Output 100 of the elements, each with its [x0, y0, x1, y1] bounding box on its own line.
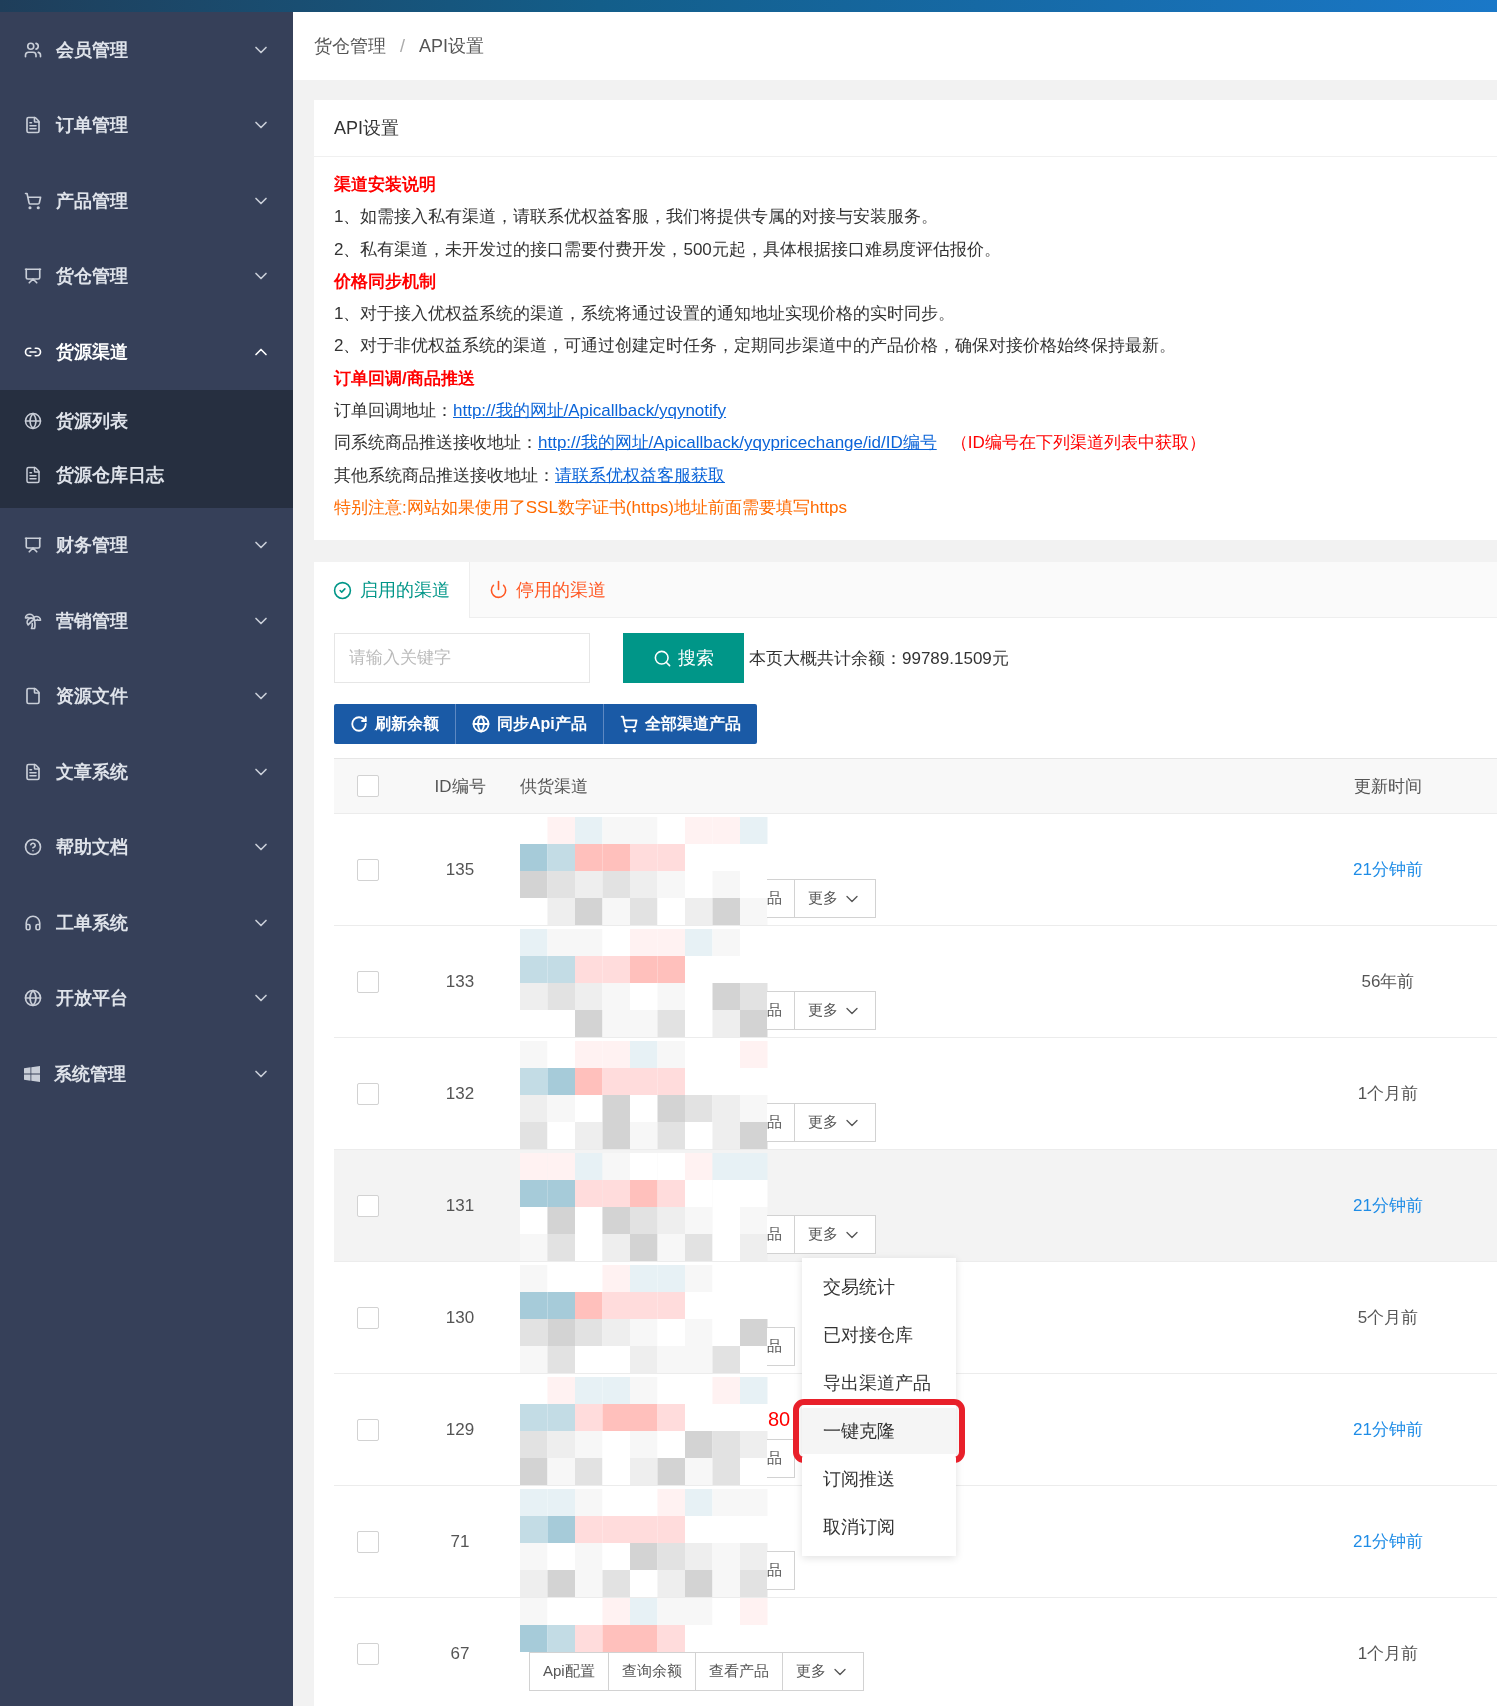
sidebar-item[interactable]: 资源文件: [0, 658, 293, 734]
menu-item[interactable]: 订阅推送: [802, 1456, 956, 1503]
sidebar-item-icon: [24, 536, 42, 555]
submenu-item[interactable]: 货源仓库日志: [0, 447, 293, 502]
row-action-button[interactable]: 更多: [794, 991, 876, 1031]
sidebar-item[interactable]: 帮助文档: [0, 809, 293, 885]
submenu-item[interactable]: 货源列表: [0, 393, 293, 448]
row-action-button[interactable]: 更多: [794, 1103, 876, 1143]
row-action-button[interactable]: 查询余额: [607, 1652, 696, 1692]
menu-item[interactable]: 已对接仓库: [802, 1312, 956, 1359]
time-cell-text: 1个月前: [1356, 1083, 1420, 1106]
column-header: 供货渠道: [520, 776, 588, 796]
select-all-checkbox[interactable]: [357, 775, 379, 798]
id-cell-text: 132: [444, 1083, 476, 1104]
breadcrumb-item[interactable]: API设置: [419, 34, 485, 58]
address-link[interactable]: http://我的网址/Apicallback/yqypricechange/id/ID编号: [538, 427, 937, 460]
sidebar-item[interactable]: 系统管理: [0, 1036, 293, 1112]
row-action-button[interactable]: 品: [767, 991, 795, 1031]
menu-item[interactable]: 交易统计: [802, 1264, 956, 1311]
table-row[interactable]: 132 品 更多 1个月前: [334, 1038, 1497, 1151]
submenu-item-icon: [24, 465, 42, 484]
sidebar-item[interactable]: 工单系统: [0, 885, 293, 961]
row-checkbox[interactable]: [357, 1642, 379, 1665]
time-cell-text: 5个月前: [1356, 1307, 1420, 1330]
keyword-field[interactable]: 请输入关键字: [334, 633, 590, 684]
time-cell-text: 21分钟前: [1352, 1419, 1424, 1442]
sidebar-item-icon: [24, 116, 42, 135]
row-checkbox[interactable]: [357, 1194, 379, 1217]
address-label: 其他系统商品推送接收地址：: [334, 464, 555, 487]
row-action-button[interactable]: 品: [767, 879, 795, 919]
id-cell-text: 133: [444, 971, 476, 992]
sidebar-item[interactable]: 财务管理: [0, 507, 293, 583]
sidebar-item[interactable]: 会员管理: [0, 12, 293, 88]
globe-icon: [472, 715, 490, 734]
sidebar-item[interactable]: 订单管理: [0, 87, 293, 163]
time-cell-text: 1个月前: [1356, 1643, 1420, 1666]
row-action-button[interactable]: Api配置: [529, 1652, 609, 1692]
sidebar-item-icon: [24, 989, 42, 1008]
time-cell-text: 56年前: [1360, 971, 1416, 994]
action-button[interactable]: 同步Api产品: [456, 704, 604, 745]
time-cell-text: 21分钟前: [1352, 859, 1424, 882]
time-cell-text: 21分钟前: [1352, 1531, 1424, 1554]
menu-item[interactable]: 取消订阅: [802, 1504, 956, 1551]
cart-icon: [619, 715, 638, 734]
id-cell-text: 130: [444, 1307, 476, 1328]
row-action-button[interactable]: 品: [767, 1439, 795, 1479]
id-cell-text: 71: [449, 1531, 471, 1552]
row-action-button[interactable]: 品: [767, 1551, 795, 1591]
action-button[interactable]: 刷新余额: [334, 704, 456, 745]
breadcrumb-item[interactable]: 货仓管理: [314, 34, 386, 58]
action-button[interactable]: 全部渠道产品: [603, 704, 757, 745]
row-checkbox[interactable]: [357, 1530, 379, 1553]
sidebar-item[interactable]: 开放平台: [0, 960, 293, 1036]
tab[interactable]: 启用的渠道: [314, 562, 470, 619]
table-row[interactable]: 135 品 更多 21分钟前: [334, 814, 1497, 927]
table-row[interactable]: 133 品 更多 56年前: [334, 926, 1497, 1039]
sidebar-item[interactable]: 文章系统: [0, 734, 293, 810]
address-link[interactable]: 请联系优权益客服获取: [555, 459, 725, 492]
row-action-button[interactable]: 更多: [794, 879, 876, 919]
sidebar-item[interactable]: 产品管理: [0, 163, 293, 239]
table-row[interactable]: 131 品 更多 21分钟前: [334, 1150, 1497, 1263]
search-button[interactable]: 搜索: [623, 633, 744, 684]
row-checkbox[interactable]: [357, 1306, 379, 1329]
info-text: 1、如需接入私有渠道，请联系优权益客服，我们将提供专属的对接与安装服务。: [334, 206, 940, 229]
id-cell-text: 129: [444, 1419, 476, 1440]
section-heading: 渠道安装说明: [334, 174, 437, 196]
address-note: （ID编号在下列渠道列表中获取）: [950, 432, 1206, 455]
row-action-button[interactable]: 更多: [794, 1215, 876, 1255]
info-text: 1、对于接入优权益系统的渠道，系统将通过设置的通知地址实现价格的实时同步。: [334, 303, 957, 326]
sidebar-item-icon: [24, 267, 42, 286]
sidebar-item[interactable]: 货仓管理: [0, 238, 293, 314]
check-circle-icon: [333, 580, 352, 600]
row-action-button[interactable]: 品: [767, 1327, 795, 1367]
sidebar-item[interactable]: 货源渠道: [0, 314, 293, 390]
address-link[interactable]: http://我的网址/Apicallback/yqynotify: [453, 395, 727, 428]
address-label: 同系统商品推送接收地址：: [334, 432, 538, 455]
menu-item[interactable]: 导出渠道产品: [802, 1360, 956, 1407]
search-icon: [653, 648, 672, 668]
submenu-item-icon: [24, 411, 42, 430]
row-action-button[interactable]: 更多: [781, 1652, 864, 1692]
sidebar-item[interactable]: 营销管理: [0, 583, 293, 659]
balance-total: 本页大概共计余额：99789.1509元: [749, 647, 1009, 670]
sidebar-item-icon: [24, 611, 42, 630]
row-checkbox[interactable]: [357, 858, 379, 881]
row-action-button[interactable]: 品: [767, 1103, 795, 1143]
id-cell-text: 67: [449, 1643, 471, 1664]
row-checkbox[interactable]: [357, 970, 379, 993]
section-heading: 订单回调/商品推送: [334, 367, 476, 390]
column-header: 更新时间: [1353, 775, 1423, 798]
row-action-button[interactable]: 品: [767, 1215, 795, 1255]
amount-text: 80: [768, 1409, 792, 1430]
info-text: 2、对于非优权益系统的渠道，可通过创建定时任务，定期同步渠道中的产品价格，确保对接价格始终保持最新。: [334, 335, 1178, 358]
address-label: 订单回调地址：: [334, 400, 453, 423]
row-checkbox[interactable]: [357, 1418, 379, 1441]
sidebar-item-icon: [24, 191, 42, 210]
row-checkbox[interactable]: [357, 1082, 379, 1105]
section-heading: 价格同步机制: [334, 270, 437, 293]
id-cell-text: 135: [444, 859, 476, 880]
sidebar-item-icon: [24, 762, 42, 781]
row-action-button[interactable]: 查看产品: [694, 1652, 783, 1692]
